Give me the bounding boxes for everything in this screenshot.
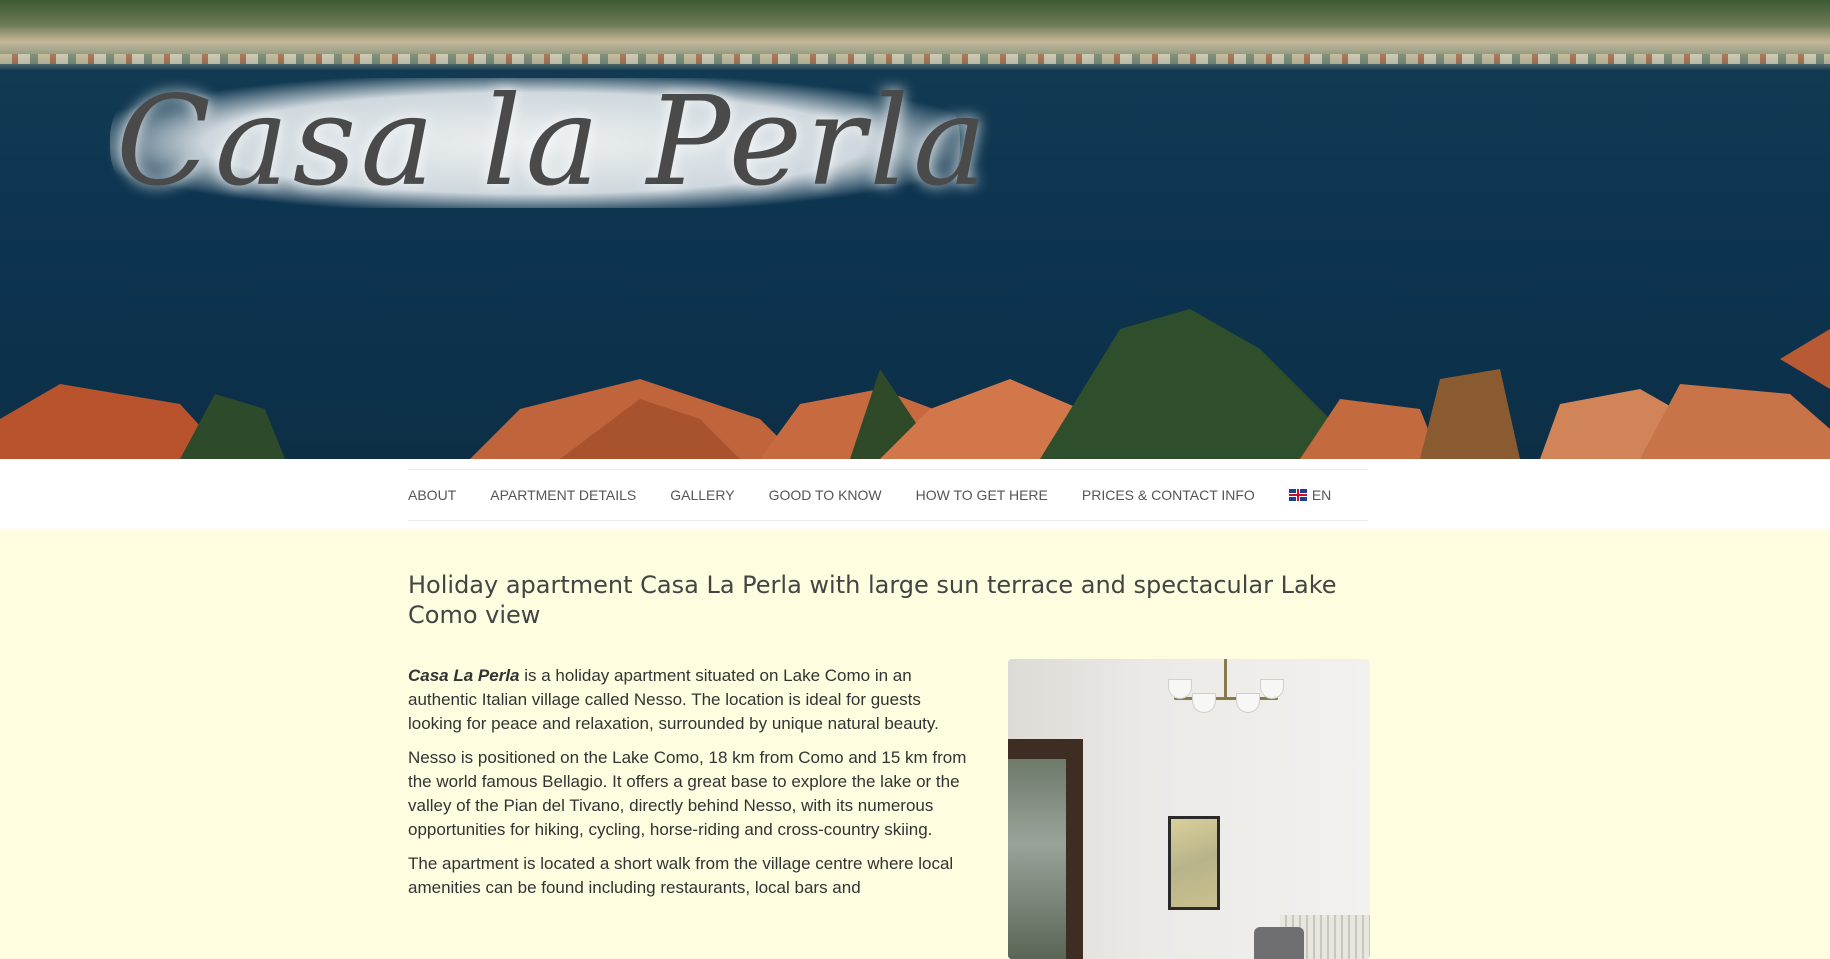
uk-flag-icon [1288, 489, 1307, 501]
photo-map-frame [1168, 816, 1220, 910]
language-label: EN [1311, 487, 1332, 503]
nav-item-apartment-details[interactable]: APARTMENT DETAILS [490, 487, 636, 503]
language-switcher[interactable]: EN [1288, 487, 1332, 503]
site-logo[interactable]: Casa la Perla [116, 70, 991, 214]
intro-paragraph-2: Nesso is positioned on the Lake Como, 18… [408, 748, 967, 839]
nav-item-gallery[interactable]: GALLERY [670, 487, 734, 503]
shoreline-image [0, 54, 1830, 64]
photo-window [1008, 739, 1083, 959]
photo-lamp [1224, 659, 1227, 699]
page-title: Holiday apartment Casa La Perla with lar… [408, 571, 1337, 629]
nav-item-how-to-get-here[interactable]: HOW TO GET HERE [916, 487, 1048, 503]
photo-chair [1254, 927, 1304, 959]
header-banner: Casa la Perla [0, 0, 1830, 459]
rooftops-image [0, 309, 1830, 459]
content-columns: Casa La Perla is a holiday apartment sit… [408, 659, 1370, 959]
main-content: Holiday apartment Casa La Perla with lar… [408, 560, 1370, 959]
intro-paragraph-1: Casa La Perla is a holiday apartment sit… [408, 664, 968, 736]
main-navigation: ABOUT APARTMENT DETAILS GALLERY GOOD TO … [0, 459, 1830, 529]
apartment-name: Casa La Perla [408, 666, 520, 685]
nav-menu: ABOUT APARTMENT DETAILS GALLERY GOOD TO … [408, 469, 1368, 521]
apartment-photo[interactable] [1008, 659, 1370, 959]
intro-paragraph-3: The apartment is located a short walk fr… [408, 854, 954, 897]
nav-item-good-to-know[interactable]: GOOD TO KNOW [769, 487, 882, 503]
intro-text: Casa La Perla is a holiday apartment sit… [408, 664, 968, 900]
nav-item-about[interactable]: ABOUT [408, 487, 456, 503]
nav-item-prices-contact[interactable]: PRICES & CONTACT INFO [1082, 487, 1255, 503]
